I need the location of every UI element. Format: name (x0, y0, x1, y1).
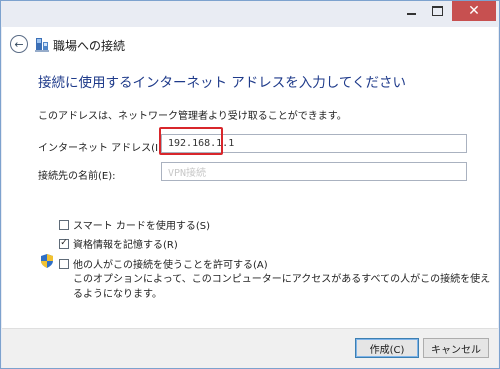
save-credentials-checkbox[interactable]: ✓ (59, 238, 69, 249)
save-credentials-label: 資格情報を記憶する(R) (73, 240, 178, 251)
destination-name-input[interactable] (161, 162, 467, 181)
minimize-button[interactable] (398, 1, 424, 21)
page-title: 職場への接続 (53, 39, 126, 53)
dialog-window: ✕ ← 職場への接続 接続に使用するインターネット アドレスを入力してください … (0, 0, 500, 369)
smartcard-checkbox[interactable] (59, 219, 69, 230)
description-text: このアドレスは、ネットワーク管理者より受け取ることができます。 (38, 111, 347, 122)
save-credentials-option[interactable]: ✓ 資格情報を記憶する(R) (59, 236, 178, 251)
allow-others-note: このオプションによって、このコンピューターにアクセスがあるすべての人がこの接続を… (73, 274, 491, 300)
title-bar: ✕ (1, 1, 499, 27)
uac-shield-icon (41, 254, 53, 268)
destination-name-label: 接続先の名前(E): (38, 171, 116, 182)
maximize-icon (431, 6, 443, 16)
wizard-content: 接続に使用するインターネット アドレスを入力してください このアドレスは、ネット… (2, 63, 498, 328)
dialog-footer: 作成(C) キャンセル (2, 328, 498, 368)
smartcard-label: スマート カードを使用する(S) (73, 221, 211, 232)
close-button[interactable]: ✕ (452, 1, 496, 21)
cancel-button[interactable]: キャンセル (423, 338, 489, 358)
create-button[interactable]: 作成(C) (355, 338, 419, 358)
allow-others-label: 他の人がこの接続を使うことを許可する(A) (73, 260, 268, 271)
network-connection-icon (35, 38, 49, 52)
allow-others-checkbox[interactable] (59, 258, 69, 269)
smartcard-option[interactable]: スマート カードを使用する(S) (59, 217, 210, 232)
main-instruction: 接続に使用するインターネット アドレスを入力してください (38, 75, 406, 91)
wizard-header: ← 職場への接続 (2, 27, 498, 63)
back-arrow-icon: ← (14, 37, 24, 51)
allow-others-option[interactable]: 他の人がこの接続を使うことを許可する(A) (59, 256, 268, 271)
address-highlight-box (159, 127, 223, 155)
close-icon: ✕ (468, 3, 480, 19)
checkmark-icon: ✓ (60, 238, 68, 248)
maximize-button[interactable] (424, 1, 450, 21)
back-button[interactable]: ← (10, 35, 28, 53)
minimize-icon (406, 13, 416, 15)
address-label: インターネット アドレス(I): (38, 143, 166, 154)
